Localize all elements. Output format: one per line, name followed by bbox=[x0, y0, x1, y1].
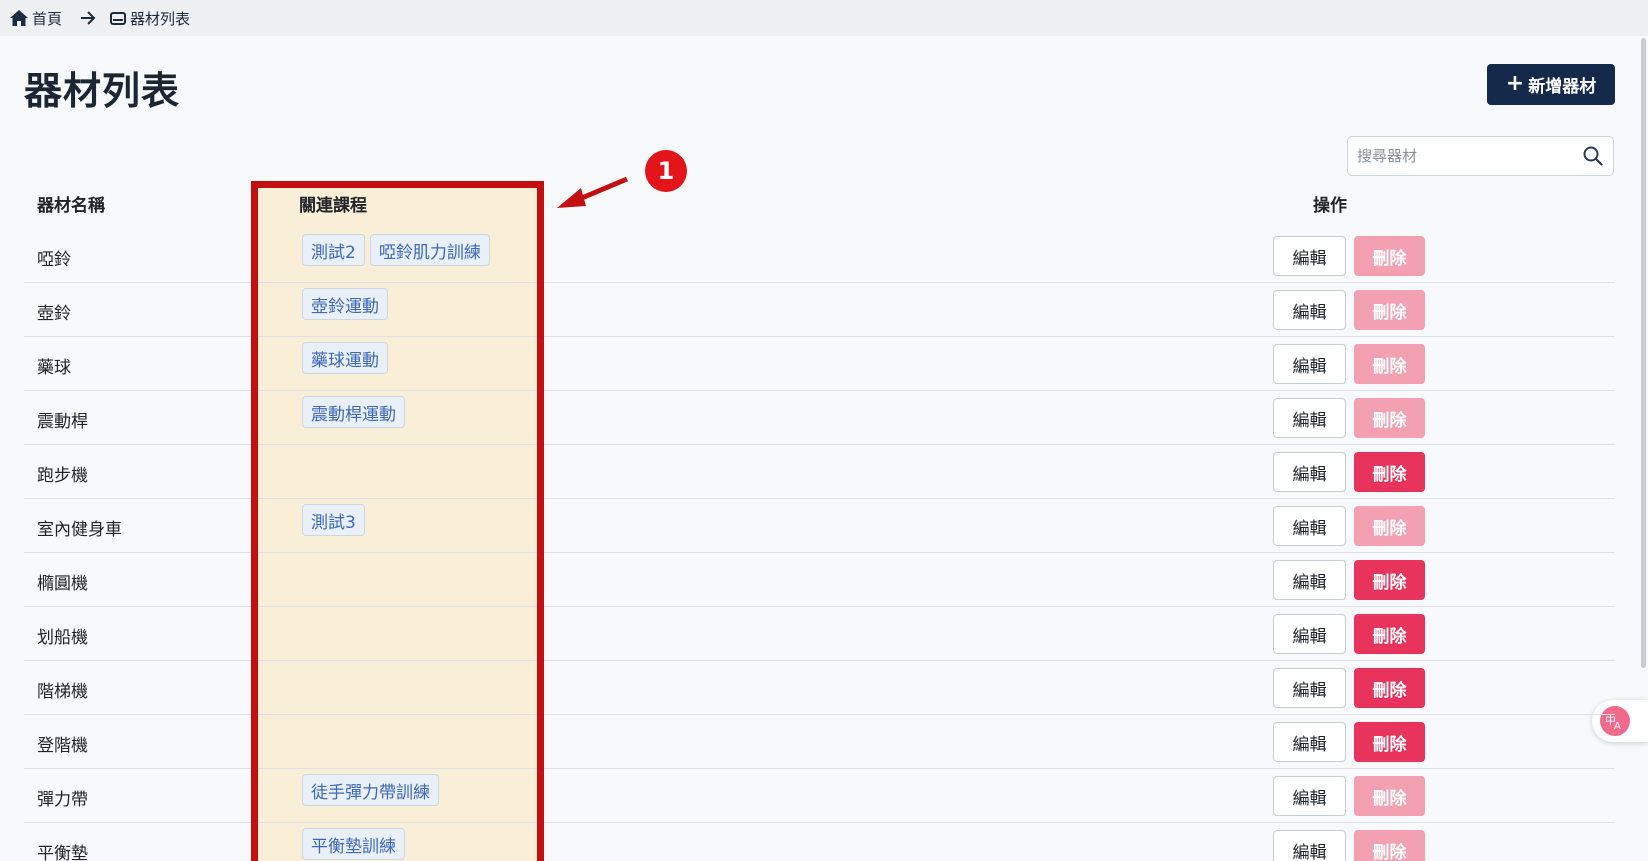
equipment-name: 划船機 bbox=[37, 628, 88, 648]
equipment-name: 室內健身車 bbox=[37, 520, 122, 540]
breadcrumb-home-label: 首頁 bbox=[32, 9, 63, 28]
edit-button[interactable]: 編輯 bbox=[1273, 560, 1346, 600]
header-related-courses: 關連課程 bbox=[299, 196, 367, 216]
page-title: 器材列表 bbox=[24, 69, 181, 113]
equipment-name: 藥球 bbox=[37, 358, 71, 378]
table-row: 橢圓機 編輯 刪除 bbox=[24, 553, 1615, 607]
table-row: 划船機 編輯 刪除 bbox=[24, 607, 1615, 661]
edit-button[interactable]: 編輯 bbox=[1273, 614, 1346, 654]
header-actions: 操作 bbox=[1313, 196, 1347, 216]
edit-button[interactable]: 編輯 bbox=[1273, 506, 1346, 546]
edit-button[interactable]: 編輯 bbox=[1273, 830, 1346, 861]
edit-button[interactable]: 編輯 bbox=[1273, 722, 1346, 762]
delete-button[interactable]: 刪除 bbox=[1354, 668, 1425, 708]
table-row: 藥球 藥球運動 編輯 刪除 bbox=[24, 337, 1615, 391]
equipment-name: 壺鈴 bbox=[37, 304, 71, 324]
equipment-name: 震動桿 bbox=[37, 412, 88, 432]
edit-button[interactable]: 編輯 bbox=[1273, 776, 1346, 816]
table-row: 階梯機 編輯 刪除 bbox=[24, 661, 1615, 715]
search-icon[interactable] bbox=[1583, 146, 1603, 170]
course-tags: 測試3 bbox=[302, 504, 365, 536]
course-tags: 徒手彈力帶訓練 bbox=[302, 774, 439, 806]
equipment-name: 跑步機 bbox=[37, 466, 88, 486]
delete-button: 刪除 bbox=[1354, 236, 1425, 276]
search-box bbox=[1347, 136, 1614, 176]
course-tag[interactable]: 平衡墊訓練 bbox=[302, 828, 405, 860]
delete-button: 刪除 bbox=[1354, 830, 1425, 861]
breadcrumb-home[interactable]: 首頁 bbox=[10, 8, 62, 29]
edit-button[interactable]: 編輯 bbox=[1273, 398, 1346, 438]
search-input[interactable] bbox=[1348, 147, 1568, 165]
annotation-arrow-icon bbox=[557, 176, 628, 208]
delete-button: 刪除 bbox=[1354, 344, 1425, 384]
equipment-icon bbox=[110, 11, 127, 25]
edit-button[interactable]: 編輯 bbox=[1273, 290, 1346, 330]
delete-button[interactable]: 刪除 bbox=[1354, 560, 1425, 600]
course-tag[interactable]: 震動桿運動 bbox=[302, 396, 405, 428]
edit-button[interactable]: 編輯 bbox=[1273, 668, 1346, 708]
equipment-name: 啞鈴 bbox=[37, 250, 71, 270]
delete-button[interactable]: 刪除 bbox=[1354, 452, 1425, 492]
equipment-name: 登階機 bbox=[37, 736, 88, 756]
course-tags: 平衡墊訓練 bbox=[302, 828, 405, 860]
equipment-name: 彈力帶 bbox=[37, 790, 88, 810]
course-tags: 測試2 啞鈴肌力訓練 bbox=[302, 234, 490, 266]
course-tags: 震動桿運動 bbox=[302, 396, 405, 428]
table-row: 室內健身車 測試3 編輯 刪除 bbox=[24, 499, 1615, 553]
breadcrumb-current: 器材列表 bbox=[110, 8, 190, 29]
delete-button: 刪除 bbox=[1354, 290, 1425, 330]
table-row: 彈力帶 徒手彈力帶訓練 編輯 刪除 bbox=[24, 769, 1615, 823]
scrollbar[interactable] bbox=[1641, 38, 1646, 668]
course-tags: 藥球運動 bbox=[302, 342, 388, 374]
plus-icon: + bbox=[1505, 70, 1525, 96]
table-row: 平衡墊 平衡墊訓練 編輯 刪除 bbox=[24, 823, 1615, 861]
edit-button[interactable]: 編輯 bbox=[1273, 344, 1346, 384]
course-tag[interactable]: 測試3 bbox=[302, 504, 365, 536]
svg-text:A: A bbox=[1614, 721, 1621, 730]
course-tag[interactable]: 徒手彈力帶訓練 bbox=[302, 774, 439, 806]
table-row: 震動桿 震動桿運動 編輯 刪除 bbox=[24, 391, 1615, 445]
course-tag[interactable]: 藥球運動 bbox=[302, 342, 388, 374]
equipment-name: 橢圓機 bbox=[37, 574, 88, 594]
equipment-name: 階梯機 bbox=[37, 682, 88, 702]
course-tags: 壺鈴運動 bbox=[302, 288, 388, 320]
breadcrumb: 首頁 器材列表 bbox=[0, 0, 1648, 36]
delete-button: 刪除 bbox=[1354, 776, 1425, 816]
delete-button: 刪除 bbox=[1354, 398, 1425, 438]
course-tag[interactable]: 測試2 bbox=[302, 234, 365, 266]
breadcrumb-current-label: 器材列表 bbox=[130, 9, 191, 28]
delete-button[interactable]: 刪除 bbox=[1354, 614, 1425, 654]
edit-button[interactable]: 編輯 bbox=[1273, 236, 1346, 276]
table-row: 跑步機 編輯 刪除 bbox=[24, 445, 1615, 499]
table-row: 登階機 編輯 刪除 bbox=[24, 715, 1615, 769]
edit-button[interactable]: 編輯 bbox=[1273, 452, 1346, 492]
header-equipment-name: 器材名稱 bbox=[37, 196, 105, 216]
table-row: 壺鈴 壺鈴運動 編輯 刪除 bbox=[24, 283, 1615, 337]
annotation-badge: 1 bbox=[645, 150, 687, 192]
table-row: 啞鈴 測試2 啞鈴肌力訓練 編輯 刪除 bbox=[24, 229, 1615, 283]
home-icon bbox=[10, 10, 28, 26]
course-tag[interactable]: 啞鈴肌力訓練 bbox=[369, 234, 490, 266]
add-equipment-label: 新增器材 bbox=[1528, 77, 1597, 97]
delete-button: 刪除 bbox=[1354, 506, 1425, 546]
delete-button[interactable]: 刪除 bbox=[1354, 722, 1425, 762]
course-tag[interactable]: 壺鈴運動 bbox=[302, 288, 388, 320]
equipment-name: 平衡墊 bbox=[37, 844, 88, 861]
arrow-right-icon bbox=[80, 11, 96, 25]
add-equipment-button[interactable]: + 新增器材 bbox=[1487, 64, 1615, 105]
